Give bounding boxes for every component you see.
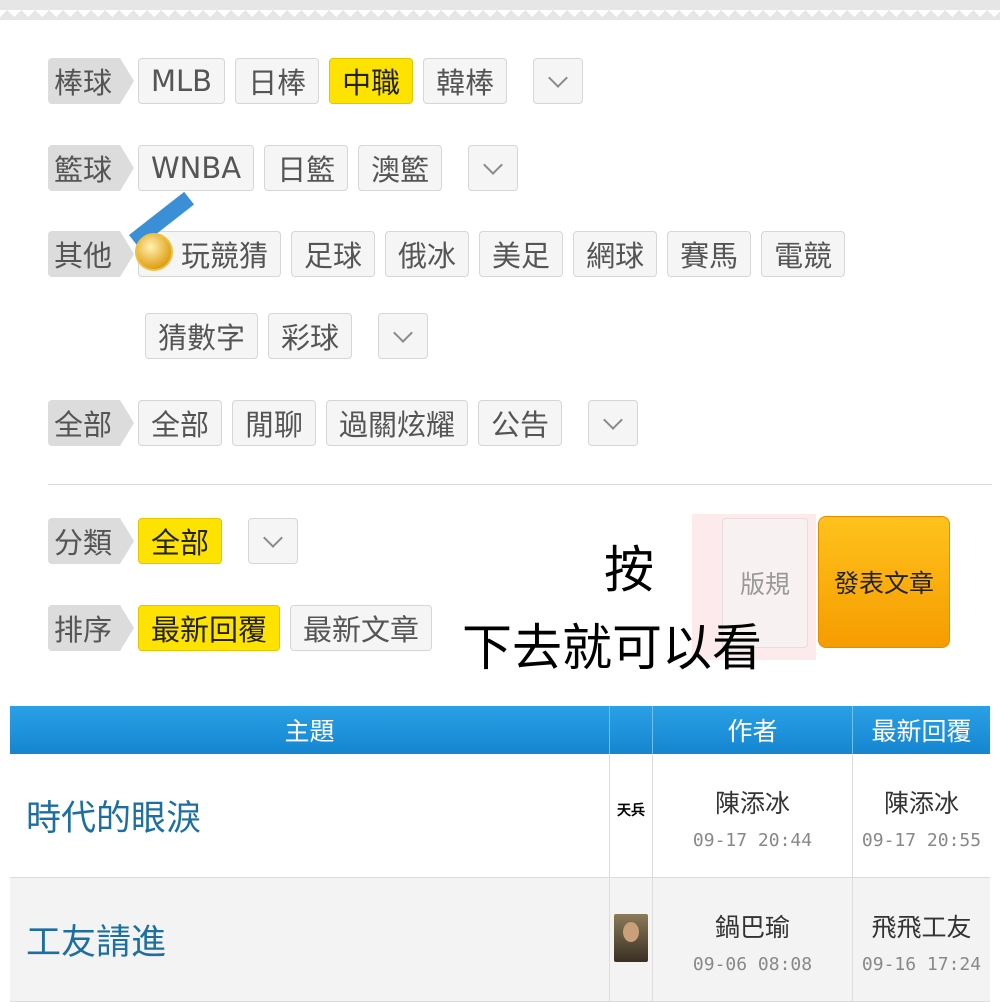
chevron-down-icon [603, 410, 623, 430]
table-row[interactable]: 時代的眼淚 天兵 陳添冰 09-17 20:44 陳添冰 09-17 20:55 [10, 754, 990, 878]
chip-kbo[interactable]: 韓棒 [423, 58, 508, 104]
filter-label-other: 其他 [48, 231, 134, 277]
category-label: 分類 [48, 518, 134, 564]
post-article-button[interactable]: 發表文章 [818, 516, 950, 648]
filter-label-all: 全部 [48, 400, 134, 446]
baseball-dropdown-button[interactable] [533, 58, 584, 104]
reply-by-name[interactable]: 陳添冰 [853, 784, 990, 820]
chip-american-football[interactable]: 美足 [479, 231, 564, 277]
chip-esports[interactable]: 電競 [761, 231, 846, 277]
topic-link[interactable]: 時代的眼淚 [26, 754, 201, 877]
topic-link[interactable]: 工友請進 [26, 878, 166, 1001]
chip-cpbl[interactable]: 中職 [329, 58, 414, 104]
author-name[interactable]: 陳添冰 [653, 784, 852, 820]
chip-parlay-showoff[interactable]: 過關炫耀 [326, 400, 469, 446]
annotation-text-line1: 按 [604, 541, 654, 599]
avatar[interactable] [614, 914, 648, 962]
filter-row-basketball: 籃球 WNBA 日籃 澳籃 [48, 143, 528, 193]
chip-lottery[interactable]: 彩球 [268, 313, 353, 359]
chevron-down-icon [548, 68, 569, 88]
sort-row: 排序 最新回覆 最新文章 [48, 603, 442, 653]
basketball-dropdown-button[interactable] [468, 145, 519, 191]
chip-russian-hockey[interactable]: 俄冰 [385, 231, 470, 277]
sort-latest-post[interactable]: 最新文章 [290, 605, 433, 651]
filter-label-basketball: 籃球 [48, 145, 134, 191]
chip-soccer[interactable]: 足球 [291, 231, 376, 277]
chip-npb[interactable]: 日棒 [235, 58, 320, 104]
filter-row-other-2: 猜數字 彩球 [145, 311, 438, 361]
filter-label-baseball: 棒球 [48, 58, 134, 104]
chip-guessing-game[interactable]: 玩競猜 [129, 191, 282, 277]
author-time: 09-17 20:44 [692, 830, 813, 851]
top-zigzag-border [0, 0, 1000, 20]
author-name[interactable]: 鍋巴瑜 [653, 908, 852, 944]
chevron-down-icon [263, 528, 283, 548]
filter-row-all: 全部 全部 閒聊 過關炫耀 公告 [48, 398, 648, 448]
section-divider [48, 484, 992, 485]
table-row[interactable]: 工友請進 鍋巴瑜 09-06 08:08 飛飛工友 09-16 17:24 [10, 878, 990, 1002]
table-header: 主題 作者 最新回覆 [10, 706, 990, 754]
reply-time: 09-17 20:55 [861, 830, 982, 851]
chip-announcement[interactable]: 公告 [478, 400, 563, 446]
sort-latest-reply[interactable]: 最新回覆 [138, 605, 281, 651]
chip-mlb[interactable]: MLB [138, 58, 226, 104]
filter-row-other: 其他 玩競猜 足球 俄冰 美足 網球 賽馬 電競 [48, 191, 855, 279]
chip-horse-racing[interactable]: 賽馬 [667, 231, 752, 277]
category-row: 分類 全部 [48, 516, 308, 566]
chip-all[interactable]: 全部 [138, 400, 223, 446]
all-dropdown-button[interactable] [588, 400, 639, 446]
header-author: 作者 [653, 706, 853, 754]
reply-by-name[interactable]: 飛飛工友 [853, 908, 990, 944]
category-dropdown-button[interactable] [248, 518, 299, 564]
category-value[interactable]: 全部 [138, 518, 223, 564]
chip-australia-basketball[interactable]: 澳籃 [358, 145, 443, 191]
chip-number-guess[interactable]: 猜數字 [145, 313, 259, 359]
reply-time: 09-16 17:24 [861, 954, 982, 975]
chevron-down-icon [483, 155, 504, 175]
chevron-down-icon [393, 323, 413, 343]
avatar[interactable]: 天兵 [614, 800, 648, 824]
header-latest-reply: 最新回覆 [871, 717, 972, 746]
chip-wnba[interactable]: WNBA [138, 145, 255, 191]
sort-label: 排序 [48, 605, 134, 651]
medal-icon [129, 191, 195, 277]
chip-guessing-game-label: 玩競猜 [181, 239, 269, 273]
other-dropdown-button[interactable] [378, 313, 429, 359]
filter-row-baseball: 棒球 MLB 日棒 中職 韓棒 [48, 56, 593, 106]
chip-tennis[interactable]: 網球 [573, 231, 658, 277]
chip-japan-basketball[interactable]: 日籃 [264, 145, 349, 191]
annotation-text-line2: 下去就可以看 [462, 619, 762, 677]
header-topic: 主題 [10, 706, 610, 754]
chip-chat[interactable]: 閒聊 [232, 400, 317, 446]
header-avatar [610, 706, 653, 754]
author-time: 09-06 08:08 [692, 954, 813, 975]
